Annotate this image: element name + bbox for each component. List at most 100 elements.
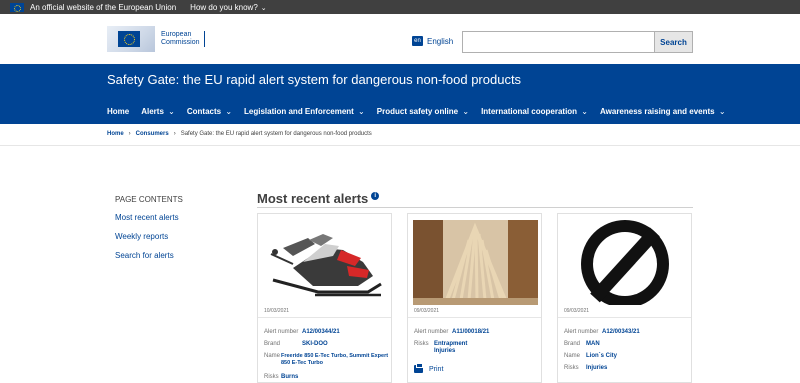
- nav-item-label: Product safety online: [376, 107, 459, 116]
- alert-card[interactable]: 09/03/2021 Alert number A12/00343/21 Bra…: [557, 213, 692, 383]
- alert-date: 09/03/2021: [414, 308, 440, 314]
- nav-item-alerts[interactable]: Alerts ⌄: [141, 107, 175, 116]
- wooden-triangle-image: [413, 220, 538, 305]
- site-title: Safety Gate: the EU rapid alert system f…: [107, 72, 522, 87]
- logo-text: European Commission: [161, 31, 205, 47]
- nav-item-label: International cooperation: [481, 107, 578, 116]
- breadcrumb: Home › Consumers › Safety Gate: the EU r…: [107, 131, 372, 137]
- brand-row: Brand MAN: [564, 341, 600, 348]
- search-input[interactable]: [463, 32, 654, 52]
- chevron-down-icon: ⌄: [460, 107, 470, 116]
- european-commission-logo[interactable]: European Commission: [107, 26, 205, 52]
- risks-row: Risks Injuries: [564, 365, 607, 372]
- card-divider: [408, 317, 541, 318]
- name-row: Name Freeride 850 E-Tec Turbo, Summit Ex…: [264, 353, 389, 367]
- page-contents-heading: PAGE CONTENTS: [115, 195, 183, 204]
- logo-line-1: European: [161, 31, 192, 38]
- nav-item-contacts[interactable]: Contacts ⌄: [187, 107, 232, 116]
- nav-item-legislation-and-enforcement[interactable]: Legislation and Enforcement ⌄: [244, 107, 365, 116]
- alert-number-label: Alert number: [264, 329, 299, 335]
- official-website-text: An official website of the European Unio…: [30, 2, 177, 12]
- alert-date: 09/03/2021: [564, 308, 590, 314]
- print-icon: [414, 363, 423, 373]
- name-label: Name: [564, 353, 581, 359]
- chevron-down-icon: ⌄: [579, 107, 589, 116]
- print-button[interactable]: Print: [414, 363, 444, 373]
- section-title: Most recent alerts i: [257, 191, 380, 206]
- breadcrumb-separator-icon: ›: [128, 131, 131, 137]
- language-icon: en: [412, 36, 423, 46]
- logo-mark: [107, 26, 155, 52]
- breadcrumb-consumers[interactable]: Consumers: [136, 131, 169, 137]
- alert-number-value[interactable]: A12/00344/21: [302, 329, 340, 336]
- alert-number-label: Alert number: [414, 329, 449, 335]
- alert-number-row: Alert number A12/00343/21: [564, 329, 640, 336]
- language-label: English: [427, 36, 454, 46]
- search-button[interactable]: Search: [654, 32, 692, 52]
- eu-flag-icon: [118, 31, 140, 47]
- alert-number-label: Alert number: [564, 329, 599, 335]
- brand-value: MAN: [586, 341, 600, 347]
- risks-row: Risks Entrapment Injuries: [414, 341, 470, 355]
- chevron-down-icon: ⌄: [223, 107, 233, 116]
- no-image-symbol: [563, 220, 688, 305]
- brand-row: Brand SKI-DOO: [264, 341, 328, 348]
- search-form: Search: [462, 31, 693, 53]
- brand-label: Brand: [564, 341, 581, 347]
- name-label: Name: [264, 353, 281, 359]
- brand-value: SKI-DOO: [302, 341, 328, 347]
- nav-item-label: Contacts: [186, 107, 222, 116]
- risks-value: Entrapment Injuries: [434, 341, 468, 354]
- page-contents-sidebar: PAGE CONTENTS Most recent alerts Weekly …: [115, 195, 183, 270]
- card-divider: [558, 317, 691, 318]
- print-label: Print: [429, 365, 444, 373]
- nav-item-label: Alerts: [141, 107, 164, 116]
- name-value: Freeride 850 E-Tec Turbo, Summit Expert …: [281, 353, 389, 366]
- how-do-you-know-label: How do you know?: [190, 2, 258, 12]
- how-do-you-know-toggle[interactable]: How do you know? ⌄: [190, 3, 266, 12]
- chevron-down-icon: ⌄: [165, 107, 175, 116]
- chevron-down-icon: ⌄: [716, 107, 726, 116]
- risks-value: Injuries: [586, 365, 608, 371]
- chevron-down-icon: ⌄: [355, 107, 365, 116]
- section-title-text: Most recent alerts: [257, 191, 369, 206]
- site-header: European Commission en English Search: [0, 14, 800, 64]
- sidebar-link-search-for-alerts[interactable]: Search for alerts: [115, 251, 183, 260]
- alert-card[interactable]: 10/03/2021 Alert number A12/00344/21 Bra…: [257, 213, 392, 383]
- logo-line-2: Commission: [161, 39, 200, 46]
- nav-item-home[interactable]: Home: [107, 107, 129, 116]
- nav-item-awareness-raising-and-events[interactable]: Awareness raising and events ⌄: [600, 107, 726, 116]
- breadcrumb-home[interactable]: Home: [107, 131, 124, 137]
- nav-item-product-safety-online[interactable]: Product safety online ⌄: [377, 107, 469, 116]
- alert-number-row: Alert number A12/00344/21: [264, 329, 340, 336]
- nav-item-label: Awareness raising and events: [600, 107, 715, 116]
- alert-number-row: Alert number A11/00018/21: [414, 329, 489, 336]
- language-selector[interactable]: en English: [412, 36, 453, 46]
- breadcrumb-separator-icon: ›: [173, 131, 176, 137]
- breadcrumb-current: Safety Gate: the EU rapid alert system f…: [180, 131, 372, 137]
- sidebar-link-weekly-reports[interactable]: Weekly reports: [115, 232, 183, 241]
- eu-flag-icon: [10, 2, 24, 12]
- name-row: Name Lion´s City: [564, 353, 617, 360]
- chevron-down-icon: ⌄: [260, 4, 267, 12]
- risks-label: Risks: [414, 341, 429, 347]
- info-icon[interactable]: i: [371, 192, 380, 200]
- name-value: Lion´s City: [586, 353, 617, 359]
- alert-number-value[interactable]: A11/00018/21: [452, 329, 489, 336]
- section-divider: [257, 207, 693, 208]
- sidebar-link-most-recent-alerts[interactable]: Most recent alerts: [115, 213, 183, 222]
- snowmobile-image: [263, 220, 388, 305]
- main-navigation: Home Alerts ⌄ Contacts ⌄ Legislation and En…: [107, 107, 738, 116]
- risks-label: Risks: [564, 365, 579, 371]
- nav-item-label: Legislation and Enforcement: [244, 107, 354, 116]
- header-divider: [0, 145, 800, 146]
- nav-item-international-cooperation[interactable]: International cooperation ⌄: [481, 107, 588, 116]
- brand-label: Brand: [264, 341, 281, 347]
- site-title-bar: Safety Gate: the EU rapid alert system f…: [0, 64, 800, 124]
- nav-item-label: Home: [107, 107, 130, 116]
- card-divider: [258, 317, 391, 318]
- alert-date: 10/03/2021: [264, 308, 290, 314]
- alert-number-value[interactable]: A12/00343/21: [602, 329, 640, 336]
- alert-card[interactable]: 09/03/2021 Alert number A11/00018/21 Ris…: [407, 213, 542, 383]
- eu-official-bar: An official website of the European Unio…: [0, 0, 800, 14]
